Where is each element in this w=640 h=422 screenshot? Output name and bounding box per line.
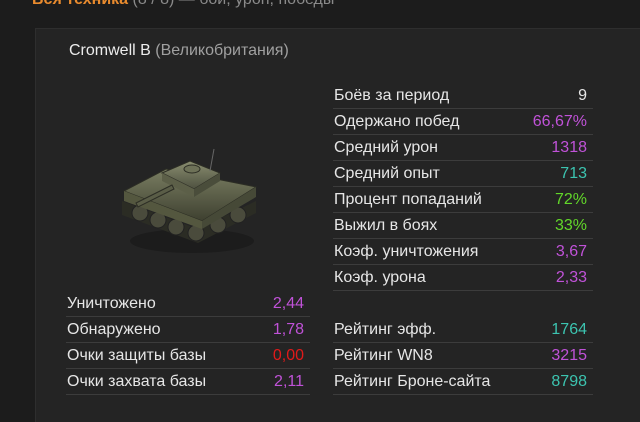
rating-stat-label: Рейтинг Броне-сайта (334, 373, 491, 390)
combat-stat-row: Обнаружено 1,78 (66, 318, 310, 343)
period-stat-label: Коэф. урона (334, 269, 426, 286)
period-stat-row: Коэф. уничтожения 3,67 (333, 240, 593, 265)
period-stat-row: Одержано побед 66,67% (333, 110, 593, 135)
section-title: Вся техника (32, 0, 128, 8)
period-stat-row: Коэф. урона 2,33 (333, 266, 593, 291)
period-stat-value: 33% (554, 217, 587, 234)
section-header: Вся техника (8 / 8) — бои, урон, победы (0, 0, 640, 14)
combat-stat-row: Уничтожено 2,44 (66, 292, 310, 317)
combat-stat-value: 1,78 (272, 321, 304, 338)
section-header-text: Вся техника (8 / 8) — бои, урон, победы (32, 0, 334, 9)
rating-stat-value: 3215 (551, 347, 587, 364)
period-stat-value: 66,67% (532, 113, 587, 130)
rating-stat-value: 1764 (551, 321, 587, 338)
tank-nation: (Великобритания) (155, 42, 289, 59)
period-stat-row: Процент попаданий 72% (333, 188, 593, 213)
combat-stat-label: Очки защиты базы (67, 347, 207, 364)
combat-stat-row: Очки захвата базы 2,11 (66, 370, 310, 395)
rating-stat-row: Рейтинг WN8 3215 (333, 344, 593, 369)
rating-stat-value: 8798 (551, 373, 587, 390)
rating-stat-row: Рейтинг эфф. 1764 (333, 318, 593, 343)
period-stat-value: 72% (554, 191, 587, 208)
combat-stat-label: Обнаружено (67, 321, 161, 338)
combat-stat-label: Очки захвата базы (67, 373, 207, 390)
combat-stat-row: Очки защиты базы 0,00 (66, 344, 310, 369)
rating-stat-label: Рейтинг WN8 (334, 347, 433, 364)
period-stat-label: Коэф. уничтожения (334, 243, 479, 260)
period-stat-value: 1318 (551, 139, 587, 156)
tank-title: Cromwell B (Великобритания) (69, 42, 289, 60)
combat-stat-value: 2,11 (274, 373, 304, 390)
period-stat-label: Выжил в боях (334, 217, 438, 234)
section-count: (8 / 8) (133, 0, 175, 8)
combat-stat-value: 0,00 (272, 347, 304, 364)
period-stat-value: 2,33 (555, 269, 587, 286)
period-stat-label: Процент попаданий (334, 191, 482, 208)
period-stat-row: Выжил в боях 33% (333, 214, 593, 239)
period-stat-label: Боёв за период (334, 87, 450, 104)
period-stat-label: Одержано побед (334, 113, 460, 130)
period-stat-row: Боёв за период 9 (333, 84, 593, 109)
rating-stat-row: Рейтинг Броне-сайта 8798 (333, 370, 593, 395)
period-stat-row: Средний урон 1318 (333, 136, 593, 161)
rating-stat-label: Рейтинг эфф. (334, 321, 437, 338)
tank-name: Cromwell B (69, 42, 151, 59)
period-stat-label: Средний урон (334, 139, 438, 156)
tank-icon (122, 148, 258, 253)
period-stat-label: Средний опыт (334, 165, 440, 182)
period-stat-row: Средний опыт 713 (333, 162, 593, 187)
section-subtitle: — бои, урон, победы (179, 0, 335, 8)
period-stat-value: 3,67 (555, 243, 587, 260)
combat-stat-value: 2,44 (272, 295, 304, 312)
combat-stat-label: Уничтожено (67, 295, 156, 312)
period-stat-value: 9 (578, 87, 587, 104)
period-stat-value: 713 (560, 165, 587, 182)
